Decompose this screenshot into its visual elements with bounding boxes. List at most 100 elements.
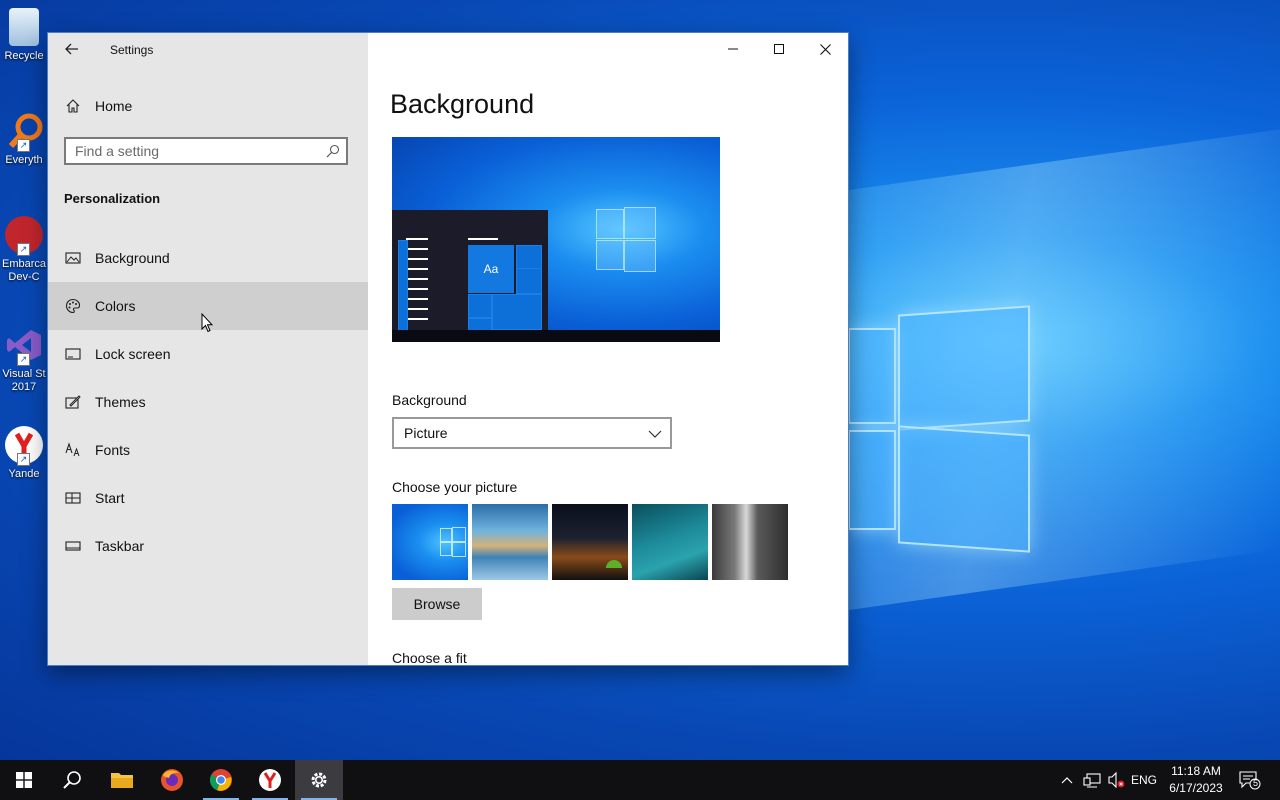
picture-thumbnail-waterfall-cliff[interactable] xyxy=(712,504,788,580)
sidebar-item-label: Background xyxy=(95,250,170,266)
picture-thumbnails xyxy=(392,504,792,580)
preview-menu-line xyxy=(406,318,428,320)
sidebar-item-lock-screen[interactable]: Lock screen xyxy=(48,330,368,378)
sidebar-item-label: Lock screen xyxy=(95,346,171,362)
shortcut-arrow-icon: ↗ xyxy=(17,453,30,466)
choose-picture-label: Choose your picture xyxy=(392,479,518,495)
picture-icon xyxy=(65,250,81,266)
fonts-icon xyxy=(65,442,81,458)
wallpaper-logo-pane xyxy=(848,328,896,424)
sidebar-item-background[interactable]: Background xyxy=(48,234,368,282)
themes-icon xyxy=(65,394,81,410)
search-input[interactable] xyxy=(66,139,315,163)
desktop-icon-dev-cpp[interactable]: ↗ Embarca Dev-C xyxy=(0,216,48,284)
wallpaper-logo-pane xyxy=(898,305,1030,431)
start-button[interactable] xyxy=(0,760,48,800)
close-button[interactable] xyxy=(802,33,848,65)
back-arrow-icon xyxy=(65,43,78,55)
preview-menu-line xyxy=(406,298,428,300)
browse-button[interactable]: Browse xyxy=(392,588,482,620)
maximize-icon xyxy=(774,44,784,54)
taskbar-chrome[interactable] xyxy=(197,760,245,800)
taskbar-search-button[interactable] xyxy=(48,760,96,800)
background-type-dropdown[interactable]: Picture xyxy=(392,417,672,449)
desktop-icon-yandex[interactable]: ↗ Yande xyxy=(0,426,48,481)
minimize-button[interactable] xyxy=(710,33,756,65)
home-icon xyxy=(65,98,81,114)
dev-cpp-icon: ↗ xyxy=(5,216,43,256)
preview-taskbar xyxy=(392,330,720,342)
taskbar-yandex[interactable] xyxy=(246,760,294,800)
chevron-up-icon xyxy=(1061,777,1073,784)
preview-menu-line xyxy=(406,268,428,270)
back-button[interactable] xyxy=(58,37,86,61)
settings-window: Settings Home Personalization Background xyxy=(48,33,848,665)
taskbar: ENG 11:18 AM 6/17/2023 5 xyxy=(0,760,1280,800)
preview-tile xyxy=(516,245,542,269)
shortcut-arrow-icon: ↗ xyxy=(17,353,30,366)
picture-thumbnail-windows[interactable] xyxy=(392,504,468,580)
network-tray-button[interactable] xyxy=(1080,760,1104,800)
show-hidden-icons-button[interactable] xyxy=(1056,760,1078,800)
sidebar-item-label: Colors xyxy=(95,298,136,314)
choose-fit-label: Choose a fit xyxy=(392,650,467,665)
preview-menu-line xyxy=(406,258,428,260)
preview-logo-pane xyxy=(596,209,624,239)
search-icon[interactable] xyxy=(326,144,340,158)
taskbar-firefox[interactable] xyxy=(148,760,196,800)
window-controls xyxy=(710,33,848,65)
settings-main-panel: Background Aa Background Picture Choose … xyxy=(368,33,848,665)
start-icon xyxy=(65,490,81,506)
preview-tile xyxy=(468,294,492,318)
volume-tray-button[interactable] xyxy=(1104,760,1128,800)
find-setting-search[interactable] xyxy=(64,137,348,165)
sidebar-item-label: Start xyxy=(95,490,125,506)
picture-thumbnail-beach-rocks[interactable] xyxy=(472,504,548,580)
wallpaper-logo-pane xyxy=(848,430,896,530)
preview-logo-pane xyxy=(596,240,624,270)
sidebar-item-label: Themes xyxy=(95,394,146,410)
sidebar-item-fonts[interactable]: Fonts xyxy=(48,426,368,474)
notification-count-badge: 5 xyxy=(1253,778,1259,788)
network-icon xyxy=(1083,773,1101,788)
preview-menu-line xyxy=(406,278,428,280)
taskbar-clock[interactable]: 11:18 AM 6/17/2023 xyxy=(1160,763,1232,797)
dropdown-selected-value: Picture xyxy=(404,425,448,441)
preview-menu-line xyxy=(406,288,428,290)
picture-thumbnail-night-sky[interactable] xyxy=(552,504,628,580)
close-icon xyxy=(819,43,831,55)
clock-time: 11:18 AM xyxy=(1171,764,1221,778)
preview-logo-pane xyxy=(624,207,656,239)
sidebar-item-themes[interactable]: Themes xyxy=(48,378,368,426)
desktop-icon-recycle-bin[interactable]: Recycle xyxy=(0,8,48,63)
shortcut-arrow-icon: ↗ xyxy=(17,139,30,152)
sidebar-item-start[interactable]: Start xyxy=(48,474,368,522)
sidebar-item-taskbar[interactable]: Taskbar xyxy=(48,522,368,570)
visual-studio-icon: ↗ xyxy=(5,326,43,366)
sidebar-item-label: Home xyxy=(95,98,133,114)
yandex-browser-icon: ↗ xyxy=(5,426,43,466)
desktop-icon-visual-studio[interactable]: ↗ Visual St 2017 xyxy=(0,326,48,394)
sidebar-item-label: Fonts xyxy=(95,442,131,458)
sidebar-nav: Background Colors Lock screen Themes Fon… xyxy=(48,234,368,570)
preview-menu-line xyxy=(406,248,428,250)
preview-tile xyxy=(398,240,408,338)
preview-menu-line xyxy=(406,238,428,240)
window-title: Settings xyxy=(110,43,154,57)
section-title: Personalization xyxy=(64,191,161,206)
preview-tile xyxy=(492,294,542,330)
minimize-icon xyxy=(728,48,738,50)
picture-thumbnail-underwater[interactable] xyxy=(632,504,708,580)
preview-logo-pane xyxy=(624,240,656,272)
taskbar-file-explorer[interactable] xyxy=(98,760,146,800)
taskbar-settings[interactable] xyxy=(295,760,343,800)
maximize-button[interactable] xyxy=(756,33,802,65)
yandex-browser-icon xyxy=(259,769,281,791)
input-language-button[interactable]: ENG xyxy=(1128,760,1160,800)
folder-icon xyxy=(111,773,133,788)
desktop-icon-everything[interactable]: ↗ Everyth xyxy=(0,112,48,167)
action-center-button[interactable]: 5 xyxy=(1236,760,1264,800)
sidebar-item-home[interactable]: Home xyxy=(48,93,368,119)
preview-tile xyxy=(516,268,542,294)
sidebar-item-label: Taskbar xyxy=(95,538,145,554)
